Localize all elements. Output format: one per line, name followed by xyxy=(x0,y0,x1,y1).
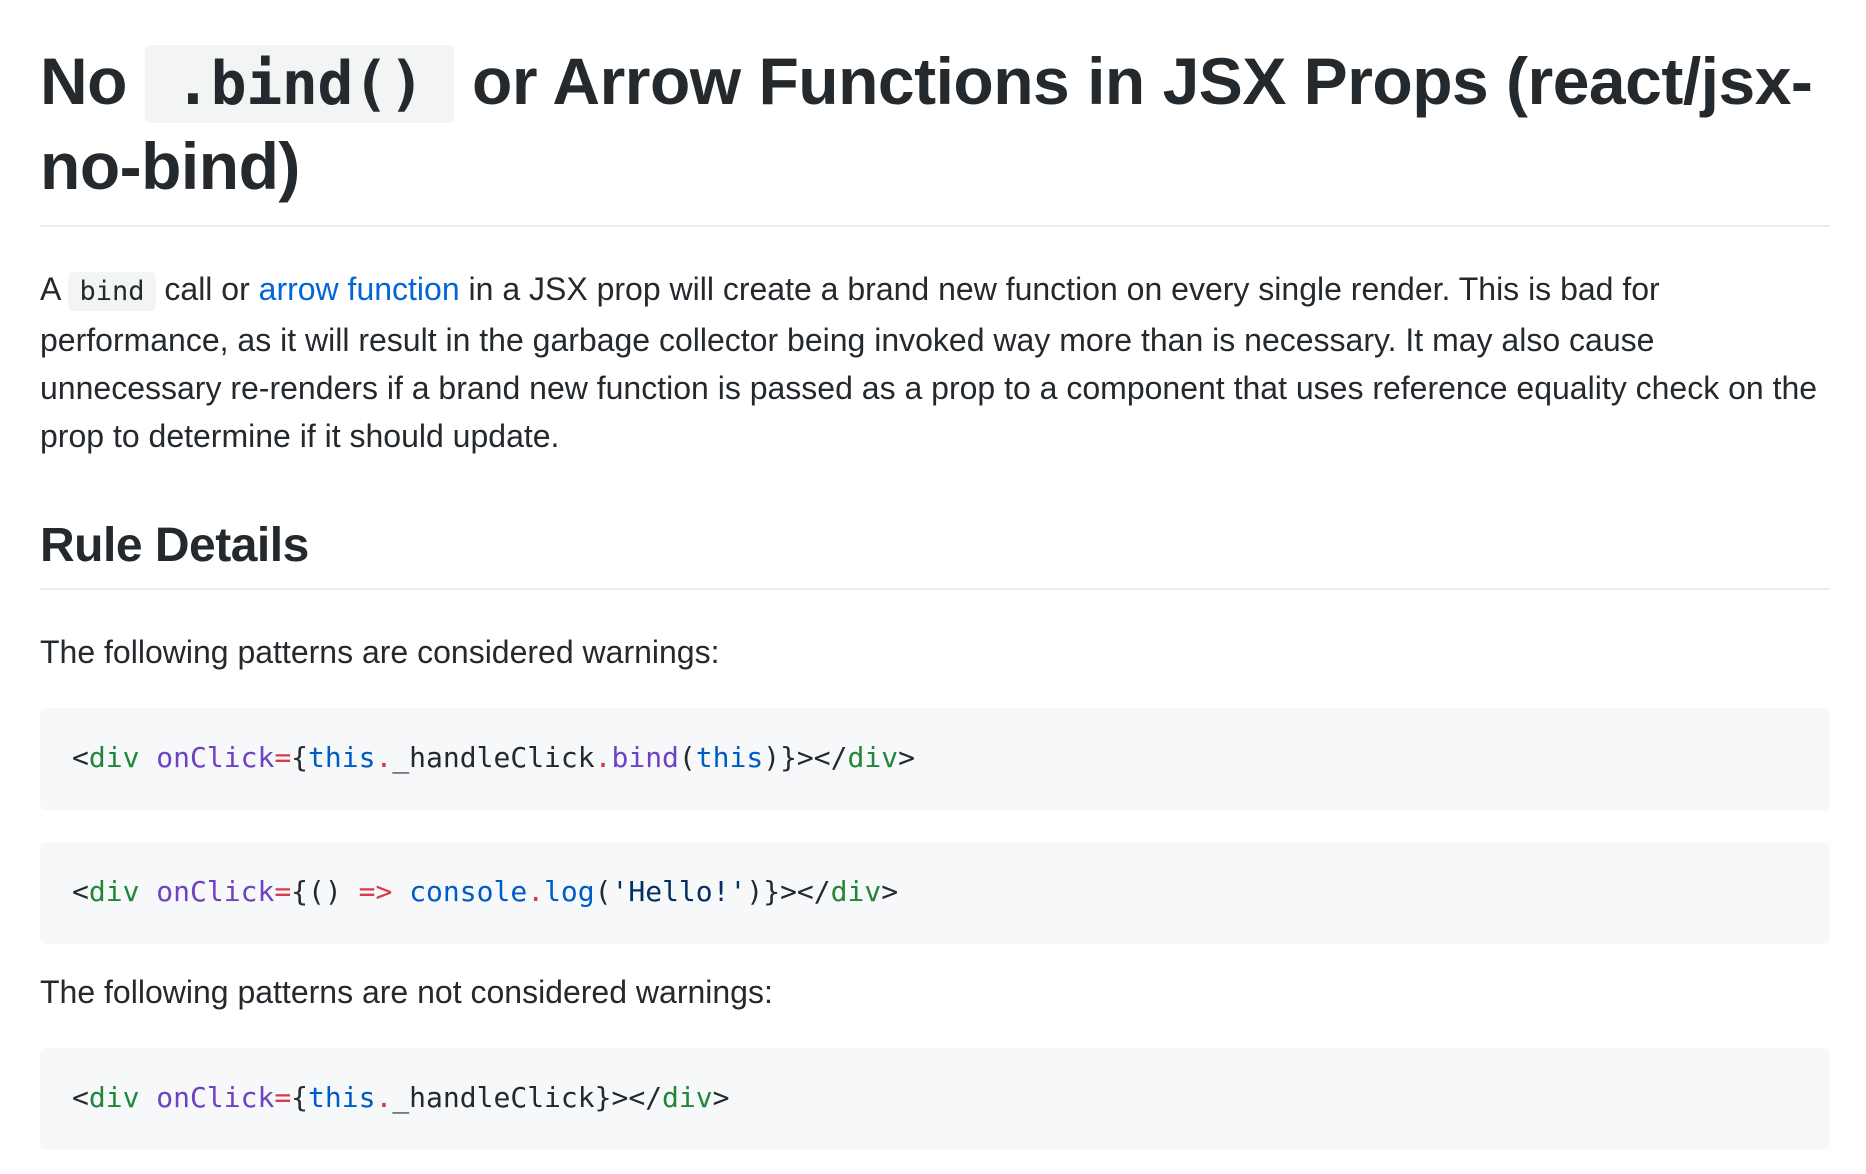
non-warnings-text: The following patterns are not considere… xyxy=(40,974,773,1010)
title-code: .bind() xyxy=(144,45,455,123)
warnings-text: The following patterns are considered wa… xyxy=(40,634,720,670)
code-block-warning-1: <div onClick={this._handleClick.bind(thi… xyxy=(40,708,1830,810)
intro-start: A xyxy=(40,271,60,307)
intro-code: bind xyxy=(68,272,156,311)
title-prefix: No xyxy=(40,44,127,118)
section-title: Rule Details xyxy=(40,516,1830,590)
page: No .bind() or Arrow Functions in JSX Pro… xyxy=(0,0,1866,1174)
page-title: No .bind() or Arrow Functions in JSX Pro… xyxy=(40,40,1830,227)
arrow-function-link[interactable]: arrow function xyxy=(259,271,460,307)
code-block-ok-1: <div onClick={this._handleClick}></div> xyxy=(40,1048,1830,1150)
intro-paragraph: A bind call or arrow function in a JSX p… xyxy=(40,265,1830,460)
markdown-body: No .bind() or Arrow Functions in JSX Pro… xyxy=(40,40,1830,1150)
code-block-warning-2: <div onClick={() => console.log('Hello!'… xyxy=(40,842,1830,944)
intro-mid: call or xyxy=(164,271,250,307)
